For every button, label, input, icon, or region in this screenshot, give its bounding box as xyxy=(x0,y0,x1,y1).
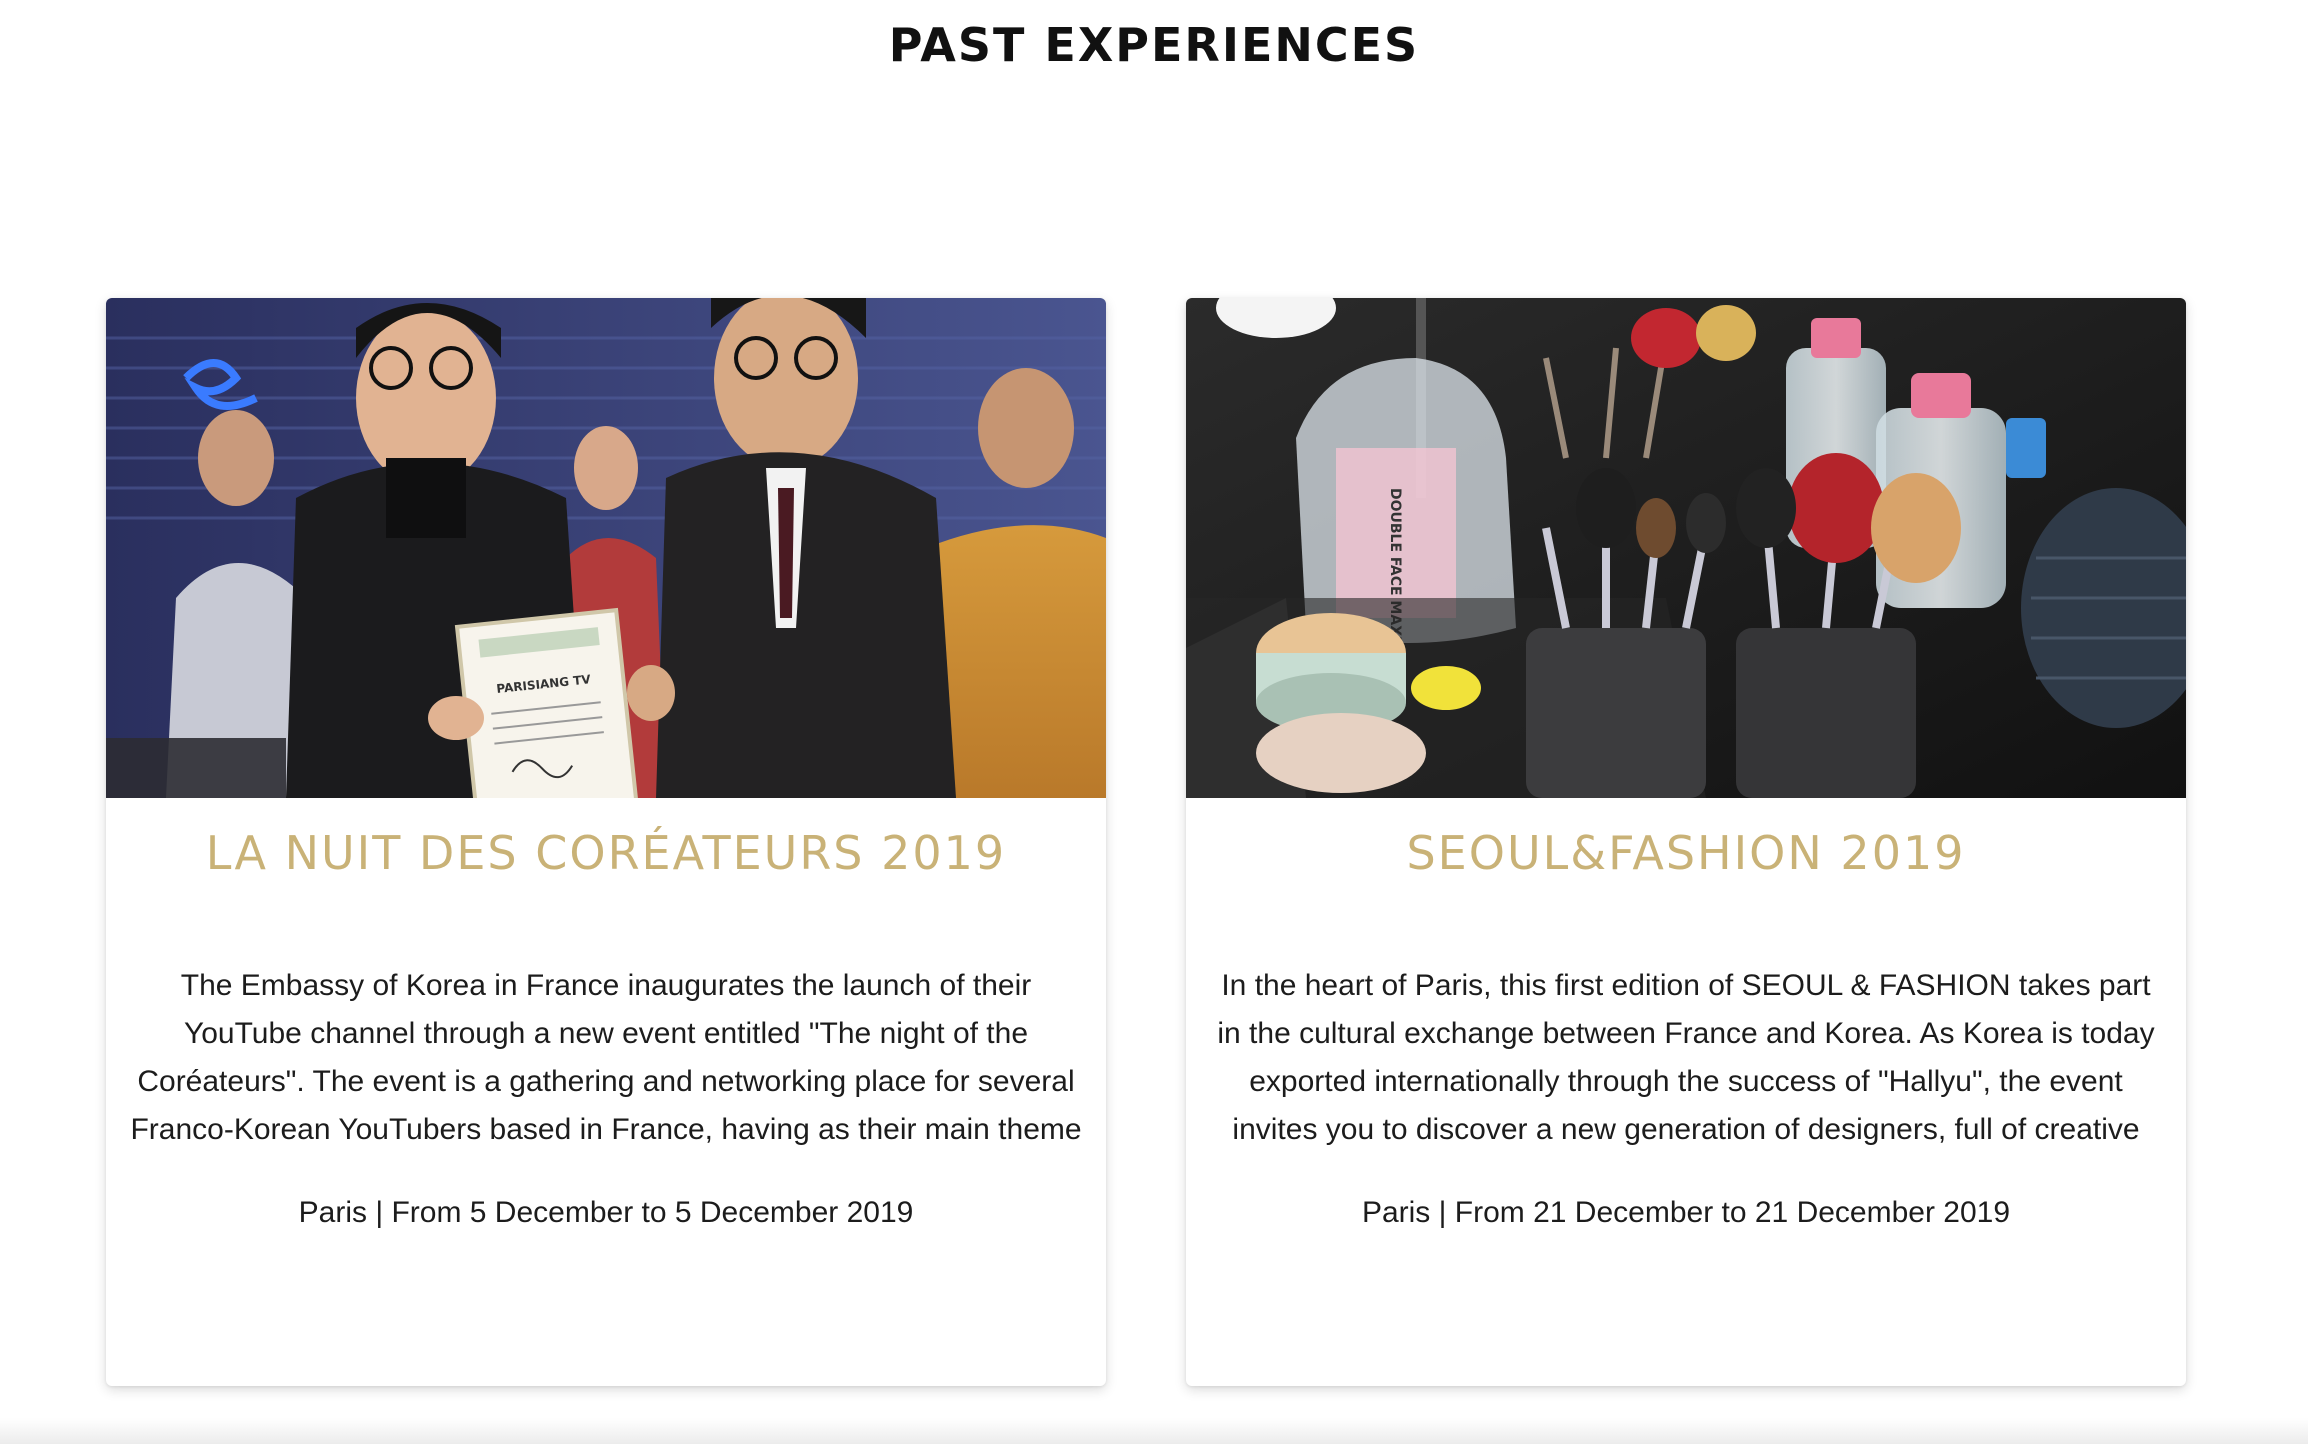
page-bottom-divider xyxy=(0,1418,2308,1444)
page: PAST EXPERIENCES PARISIANG TV LA NUIT DE… xyxy=(0,0,2308,1444)
event-location-date: Paris | From 5 December to 5 December 20… xyxy=(298,1196,914,1229)
event-description: In the heart of Paris, this first editio… xyxy=(1217,969,2155,1146)
event-card[interactable]: PARISIANG TV LA NUIT DES CORÉATEURS 2019… xyxy=(106,298,1106,1386)
event-image[interactable]: DOUBLE FACE MAXI OVALES xyxy=(1186,298,2186,798)
event-card[interactable]: DOUBLE FACE MAXI OVALES SEOUL&FASHION 20… xyxy=(1186,298,2186,1386)
event-location-date: Paris | From 21 December to 21 December … xyxy=(1361,1196,2011,1229)
event-title[interactable]: LA NUIT DES CORÉATEURS 2019 xyxy=(106,826,1106,880)
event-description: The Embassy of Korea in France inaugurat… xyxy=(130,969,1082,1146)
section-title: PAST EXPERIENCES xyxy=(888,18,1420,72)
event-title[interactable]: SEOUL&FASHION 2019 xyxy=(1186,826,2186,880)
event-image[interactable]: PARISIANG TV xyxy=(106,298,1106,798)
makeup-photo: DOUBLE FACE MAXI OVALES xyxy=(1186,298,2186,798)
ceremony-photo: PARISIANG TV xyxy=(106,298,1106,798)
